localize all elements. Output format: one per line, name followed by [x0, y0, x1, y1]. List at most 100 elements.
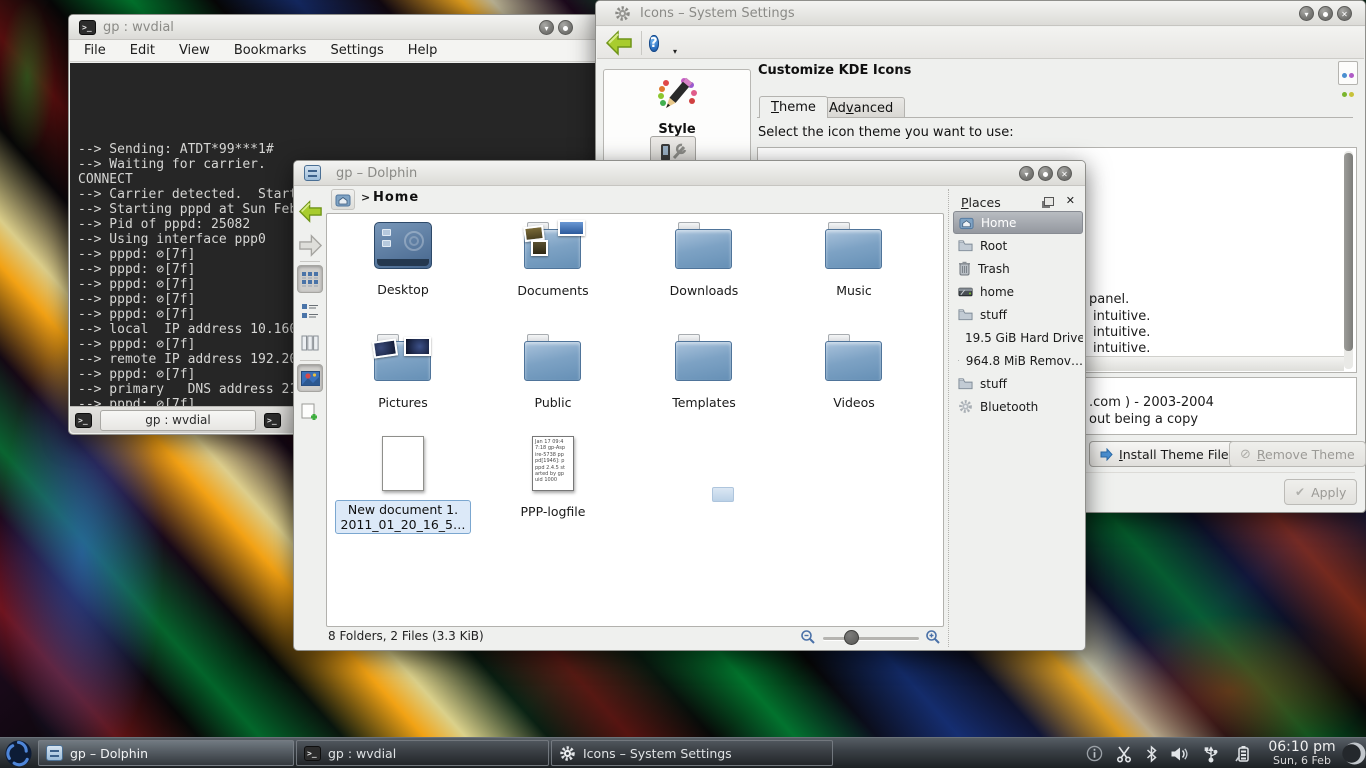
file-item-new-document[interactable]: New document 1. 2011_01_20_16_5… [333, 436, 473, 534]
menu-item[interactable]: View [179, 43, 210, 58]
file-item-ppp-logfile[interactable]: Jan 17 09:47:18 gp-Aspire-5738 pppd[1946… [483, 436, 623, 519]
places-item-hard-drive[interactable]: 19.5 GiB Hard Drive [953, 326, 1083, 349]
new-tab-icon[interactable]: >_ [75, 413, 92, 428]
places-item-removable[interactable]: 964.8 MiB Remov… [953, 349, 1083, 372]
terminal-menubar: File Edit View Bookmarks Settings Help [70, 40, 598, 62]
battery-icon[interactable] [1234, 745, 1251, 763]
blank-document-icon [382, 436, 424, 491]
folder-item-public[interactable]: Public [483, 334, 623, 410]
zoom-slider-thumb[interactable] [844, 630, 859, 645]
back-arrow-icon[interactable] [605, 30, 633, 56]
folder-item-music[interactable]: Music [784, 222, 924, 298]
tab-theme[interactable]: Theme [759, 96, 828, 118]
chevron-down-icon: ▾ [673, 47, 677, 56]
folder-item-templates[interactable]: Templates [634, 334, 774, 410]
preview-icon [301, 371, 320, 386]
close-icon[interactable]: ✕ [1057, 166, 1072, 181]
remove-theme-button[interactable]: ⊘ Remove Theme [1229, 441, 1366, 467]
minimize-icon[interactable]: ▾ [539, 20, 554, 35]
folder-item-videos[interactable]: Videos [784, 334, 924, 410]
menu-item[interactable]: Edit [130, 43, 155, 58]
split-view-button[interactable] [297, 397, 323, 425]
launcher-icon[interactable] [4, 739, 33, 768]
details-view-button[interactable] [297, 297, 323, 325]
page-title: Customize KDE Icons [758, 63, 911, 78]
info-icon[interactable] [1086, 745, 1103, 762]
task-system-settings[interactable]: Icons – System Settings [551, 740, 833, 766]
back-button[interactable] [297, 197, 323, 225]
system-tray [1080, 738, 1257, 768]
folder-item-documents[interactable]: Documents [483, 222, 623, 298]
close-icon[interactable]: ✕ [1337, 6, 1352, 21]
help-icon[interactable]: ?▾ [649, 32, 671, 54]
scrollbar[interactable] [1344, 151, 1353, 369]
menu-item[interactable]: Help [408, 43, 438, 58]
task-dolphin[interactable]: gp – Dolphin [38, 740, 294, 766]
apply-button[interactable]: ✔ Apply [1284, 479, 1357, 505]
maximize-icon[interactable] [558, 20, 573, 35]
drag-ghost-icon [712, 487, 734, 502]
terminal-tab[interactable]: gp : wvdial [100, 410, 256, 431]
dolphin-titlebar[interactable]: gp – Dolphin ▾ ✕ [294, 161, 1085, 186]
minimize-icon[interactable]: ▾ [1019, 166, 1034, 181]
install-theme-button[interactable]: Install Theme File... [1089, 441, 1252, 467]
folder-item-pictures[interactable]: Pictures [333, 334, 473, 410]
columns-view-button[interactable] [297, 329, 323, 357]
file-view[interactable]: Desktop Documents Downloads Music [326, 213, 944, 627]
home-icon [959, 216, 974, 230]
device-notifier-usb-icon[interactable] [1200, 745, 1222, 763]
removable-drive-icon [958, 354, 959, 367]
item-label: Pictures [333, 395, 473, 410]
split-add-icon [301, 403, 319, 420]
clock-time: 06:10 pm [1262, 739, 1342, 755]
icons-view-icon [301, 271, 319, 287]
minimize-icon[interactable]: ▾ [1299, 6, 1314, 21]
gear-icon [559, 745, 576, 762]
places-item-bluetooth[interactable]: Bluetooth [953, 395, 1083, 418]
zoom-out-icon[interactable] [800, 629, 817, 646]
theme-list-text: intuitive. [1093, 309, 1150, 324]
folder-icon [825, 222, 883, 270]
places-item-home[interactable]: Home [953, 211, 1083, 234]
icon-sizes-icon[interactable] [1338, 61, 1358, 85]
item-label: Downloads [634, 283, 774, 298]
zoom-slider-track[interactable] [823, 637, 919, 640]
task-wvdial[interactable]: >_ gp : wvdial [296, 740, 549, 766]
float-panel-icon[interactable] [1044, 197, 1054, 206]
panel-cashew-icon[interactable] [1342, 741, 1366, 768]
klipper-scissors-icon[interactable] [1115, 745, 1133, 763]
settings-titlebar[interactable]: Icons – System Settings ▾ ✕ [596, 1, 1365, 26]
preview-button[interactable] [297, 364, 323, 392]
places-item-home-device[interactable]: home [953, 280, 1083, 303]
sidebar-item-style[interactable]: Style [608, 74, 746, 137]
folder-item-desktop[interactable]: Desktop [333, 222, 473, 297]
terminal-titlebar[interactable]: >_ gp : wvdial ▾ [69, 15, 599, 40]
breadcrumb-home-label[interactable]: Home [373, 190, 419, 205]
places-item-stuff2[interactable]: stuff [953, 372, 1083, 395]
zoom-in-icon[interactable] [925, 629, 942, 646]
forward-button[interactable] [297, 231, 323, 259]
clock[interactable]: 06:10 pm Sun, 6 Feb [1262, 739, 1342, 767]
icons-view-button[interactable] [297, 265, 323, 293]
arrow-right-icon [1100, 448, 1113, 461]
breadcrumb-home-button[interactable] [331, 189, 355, 210]
terminal-line: --> Sending: ATDT*99***1# [78, 142, 598, 157]
maximize-icon[interactable] [1318, 6, 1333, 21]
menu-item[interactable]: Bookmarks [234, 43, 307, 58]
maximize-icon[interactable] [1038, 166, 1053, 181]
hard-drive-icon [958, 285, 973, 298]
places-item-stuff[interactable]: stuff [953, 303, 1083, 326]
scrollbar-thumb[interactable] [1344, 153, 1353, 351]
tab-list-icon[interactable]: >_ [264, 413, 281, 428]
bluetooth-icon[interactable] [1145, 745, 1158, 763]
menu-item[interactable]: File [84, 43, 106, 58]
text-file-preview-icon: Jan 17 09:47:18 gp-Aspire-5738 pppd[1946… [532, 436, 574, 491]
volume-icon[interactable] [1170, 746, 1188, 762]
close-panel-icon[interactable]: ✕ [1066, 194, 1075, 207]
folder-item-downloads[interactable]: Downloads [634, 222, 774, 298]
menu-item[interactable]: Settings [330, 43, 383, 58]
places-item-trash[interactable]: Trash [953, 257, 1083, 280]
tab-advanced[interactable]: Advanced [817, 97, 905, 118]
places-item-root[interactable]: Root [953, 234, 1083, 257]
home-icon [335, 193, 351, 207]
